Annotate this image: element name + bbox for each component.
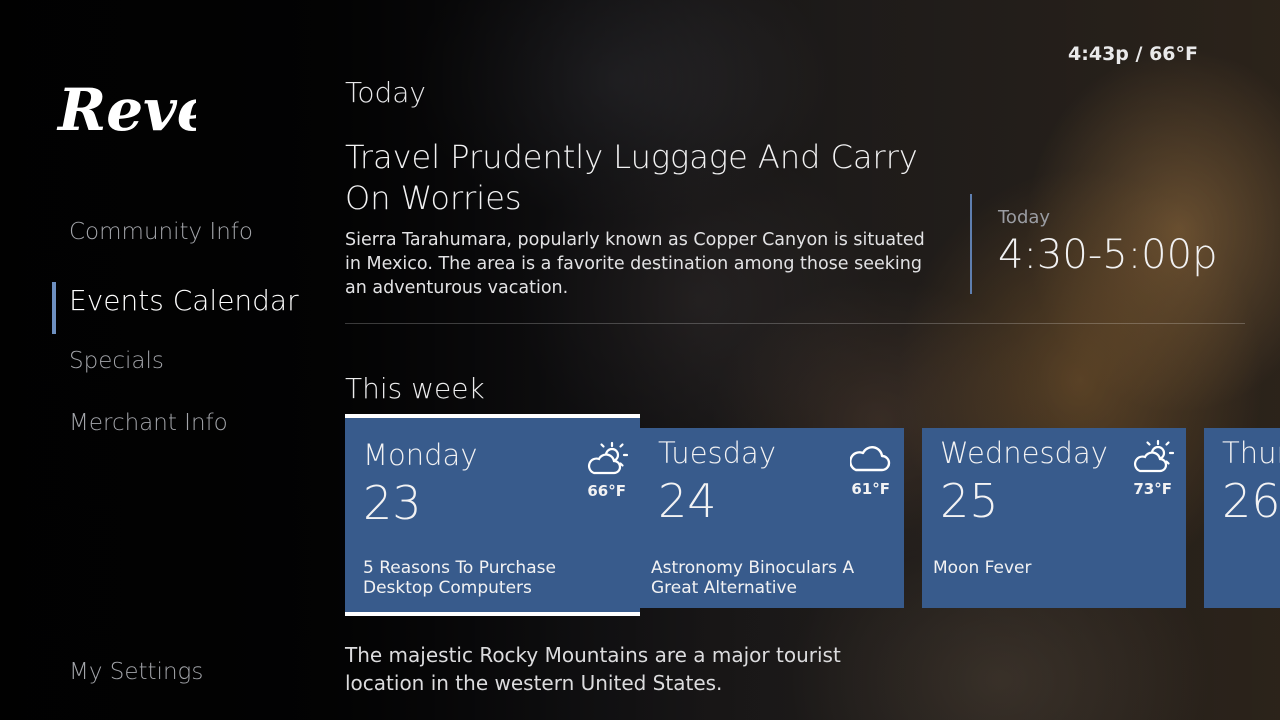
partly-sunny-icon — [587, 441, 628, 475]
day-card-thursday[interactable]: Thursday 26 — [1204, 428, 1280, 608]
nav-item-community-info[interactable]: Community Info — [52, 219, 253, 245]
event-time-block: Today 4:30-5:00p — [970, 194, 1217, 294]
event-title: Travel Prudently Luggage And Carry On Wo… — [345, 138, 918, 217]
nav-item-merchant-info[interactable]: Merchant Info — [52, 410, 228, 436]
day-name: Tuesday — [658, 436, 776, 470]
day-temp: 73°F — [1133, 480, 1172, 498]
day-card-monday[interactable]: Monday 23 66°F 5 Reasons To Purchase Des… — [345, 414, 640, 616]
nav-item-events-calendar[interactable]: Events Calendar — [52, 282, 299, 334]
day-temp: 61°F — [851, 480, 890, 498]
day-event-title: Astronomy Binoculars A Great Alternative — [651, 558, 855, 598]
week-heading: This week — [345, 372, 485, 405]
day-name: Monday — [363, 438, 478, 472]
section-divider — [345, 323, 1245, 324]
nav-item-specials[interactable]: Specials — [52, 348, 164, 374]
event-description: Sierra Tarahumara, popularly known as Co… — [345, 230, 925, 298]
day-date: 26 — [1222, 474, 1280, 528]
selected-day-description: The majestic Rocky Mountains are a major… — [345, 643, 841, 695]
event-time-label: Today — [998, 207, 1051, 228]
day-date: 25 — [940, 474, 999, 528]
day-temp: 66°F — [587, 482, 626, 500]
svg-text:Revel: Revel — [56, 76, 196, 144]
event-time: 4:30-5:00p — [998, 232, 1218, 278]
day-date: 23 — [363, 476, 422, 530]
nav-item-my-settings[interactable]: My Settings — [52, 659, 203, 685]
day-name: Thursday — [1222, 436, 1280, 470]
day-card-wednesday[interactable]: Wednesday 25 73°F Moon Fever — [922, 428, 1186, 608]
day-event-title: Moon Fever — [933, 558, 1032, 578]
today-heading: Today — [345, 76, 426, 109]
day-event-title: 5 Reasons To Purchase Desktop Computers — [363, 558, 556, 598]
cloud-icon — [850, 446, 891, 472]
revel-logo: Revel — [56, 76, 196, 144]
day-name: Wednesday — [940, 436, 1108, 470]
partly-sunny-icon — [1133, 439, 1174, 473]
clock-weather: 4:43p / 66°F — [1068, 43, 1198, 65]
day-date: 24 — [658, 474, 717, 528]
day-card-tuesday[interactable]: Tuesday 24 61°F Astronomy Binoculars A G… — [640, 428, 904, 608]
